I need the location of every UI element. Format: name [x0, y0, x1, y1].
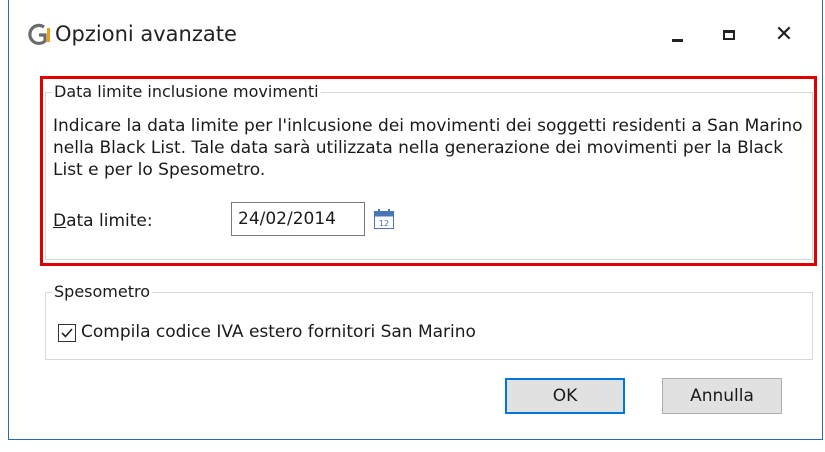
minimize-button[interactable] [657, 18, 697, 52]
close-button[interactable]: ✕ [764, 18, 804, 52]
gi-logo-icon [28, 23, 50, 45]
close-icon: ✕ [774, 22, 794, 47]
fornitori-san-marino-label[interactable]: Compila codice IVA estero fornitori San … [81, 322, 476, 342]
spesometro-legend: Spesometro [52, 282, 152, 301]
highlight-annotation [40, 76, 817, 266]
minimize-icon [671, 38, 683, 42]
window-title: Opzioni avanzate [55, 22, 237, 46]
ok-button[interactable]: OK [505, 378, 625, 414]
cancel-button[interactable]: Annulla [662, 378, 782, 414]
checkmark-icon [61, 328, 73, 338]
dialog-window: Opzioni avanzate ✕ Data limite inclusion… [8, 0, 823, 440]
maximize-icon [723, 30, 735, 40]
maximize-button[interactable] [709, 18, 749, 52]
fornitori-san-marino-checkbox[interactable] [58, 324, 76, 342]
title-bar: Opzioni avanzate ✕ [9, 0, 822, 68]
